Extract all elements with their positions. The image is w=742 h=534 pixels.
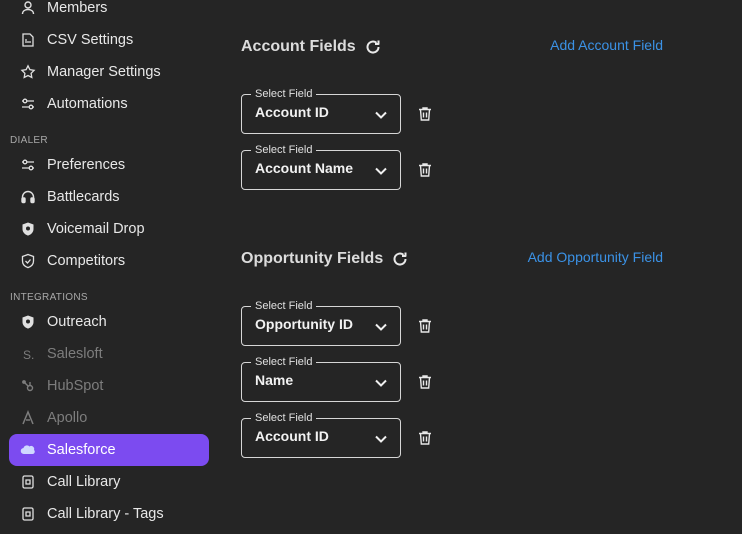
delete-icon[interactable] <box>417 430 433 446</box>
sidebar-item-label: Competitors <box>47 253 126 269</box>
headphones-icon <box>20 189 36 205</box>
shield-icon <box>20 221 36 237</box>
sidebar-item-label: HubSpot <box>47 378 104 394</box>
sidebar-item-call-library[interactable]: Call Library <box>9 466 209 498</box>
salesforce-icon <box>20 442 36 458</box>
svg-text:S.: S. <box>23 348 34 362</box>
field-value: Account ID <box>255 104 329 120</box>
delete-icon[interactable] <box>417 106 433 122</box>
sidebar-item-members[interactable]: Members <box>9 0 209 24</box>
section-label-dialer: DIALER <box>10 135 48 146</box>
sidebar-item-outreach[interactable]: Outreach <box>9 306 209 338</box>
sidebar-item-label: Battlecards <box>47 189 120 205</box>
csv-file-icon <box>20 32 36 48</box>
field-legend: Select Field <box>251 88 317 100</box>
star-icon <box>20 64 36 80</box>
chevron-down-icon <box>374 320 388 334</box>
hubspot-icon <box>20 378 36 394</box>
sidebar-item-automations[interactable]: Automations <box>9 88 209 120</box>
section-label-integrations: INTEGRATIONS <box>10 292 88 303</box>
account-field-select-1[interactable]: Select Field Account ID <box>241 88 401 134</box>
field-value: Account Name <box>255 160 354 176</box>
opportunity-field-select-3[interactable]: Select Field Account ID <box>241 412 401 458</box>
sidebar-item-label: Apollo <box>47 410 88 426</box>
outreach-icon <box>20 314 36 330</box>
sliders-icon <box>20 157 36 173</box>
shield-check-icon <box>20 253 36 269</box>
field-legend: Select Field <box>251 144 317 156</box>
add-account-field-link[interactable]: Add Account Field <box>550 37 663 53</box>
sidebar-item-salesforce[interactable]: Salesforce <box>9 434 209 466</box>
refresh-icon[interactable] <box>391 250 409 268</box>
sidebar-item-battlecards[interactable]: Battlecards <box>9 181 209 213</box>
library-icon <box>20 474 36 490</box>
delete-icon[interactable] <box>417 374 433 390</box>
delete-icon[interactable] <box>417 318 433 334</box>
user-icon <box>20 0 36 16</box>
sidebar-item-label: Salesloft <box>47 346 103 362</box>
opportunity-fields-heading: Opportunity Fields <box>241 250 409 268</box>
sidebar-item-hubspot[interactable]: HubSpot <box>9 370 209 402</box>
add-opportunity-field-link[interactable]: Add Opportunity Field <box>528 249 663 265</box>
sidebar-item-label: Call Library <box>47 474 121 490</box>
chevron-down-icon <box>374 376 388 390</box>
sidebar-item-apollo[interactable]: Apollo <box>9 402 209 434</box>
sidebar-item-csv-settings[interactable]: CSV Settings <box>9 24 209 56</box>
sidebar-item-label: Members <box>47 0 108 16</box>
sidebar: Members CSV Settings Manager Settings Au… <box>0 0 220 534</box>
field-legend: Select Field <box>251 412 317 424</box>
sidebar-item-salesloft[interactable]: S. Salesloft <box>9 338 209 370</box>
opportunity-field-select-2[interactable]: Select Field Name <box>241 356 401 402</box>
account-field-select-2[interactable]: Select Field Account Name <box>241 144 401 190</box>
chevron-down-icon <box>374 432 388 446</box>
field-legend: Select Field <box>251 356 317 368</box>
delete-icon[interactable] <box>417 162 433 178</box>
salesloft-icon: S. <box>20 346 36 362</box>
sidebar-item-label: Manager Settings <box>47 64 161 80</box>
opportunity-fields-title: Opportunity Fields <box>241 250 384 267</box>
refresh-icon[interactable] <box>364 38 382 56</box>
sidebar-item-call-library-tags[interactable]: Call Library - Tags <box>9 498 209 530</box>
sliders-icon <box>20 96 36 112</box>
field-value: Name <box>255 372 294 388</box>
sidebar-item-manager-settings[interactable]: Manager Settings <box>9 56 209 88</box>
main-content: Account Fields Add Account Field Select … <box>220 0 742 534</box>
field-legend: Select Field <box>251 300 317 312</box>
sidebar-item-label: Outreach <box>47 314 107 330</box>
chevron-down-icon <box>374 164 388 178</box>
sidebar-item-preferences[interactable]: Preferences <box>9 149 209 181</box>
sidebar-item-label: Call Library - Tags <box>47 506 164 522</box>
apollo-icon <box>20 410 36 426</box>
chevron-down-icon <box>374 108 388 122</box>
sidebar-item-label: Voicemail Drop <box>47 221 145 237</box>
sidebar-item-voicemail-drop[interactable]: Voicemail Drop <box>9 213 209 245</box>
sidebar-item-label: CSV Settings <box>47 32 134 48</box>
account-fields-title: Account Fields <box>241 38 356 55</box>
sidebar-item-label: Preferences <box>47 157 126 173</box>
sidebar-item-competitors[interactable]: Competitors <box>9 245 209 277</box>
library-icon <box>20 506 36 522</box>
account-fields-heading: Account Fields <box>241 38 382 56</box>
sidebar-item-label: Automations <box>47 96 128 112</box>
field-value: Opportunity ID <box>255 316 353 332</box>
opportunity-field-select-1[interactable]: Select Field Opportunity ID <box>241 300 401 346</box>
field-value: Account ID <box>255 428 329 444</box>
sidebar-item-label: Salesforce <box>47 442 116 458</box>
